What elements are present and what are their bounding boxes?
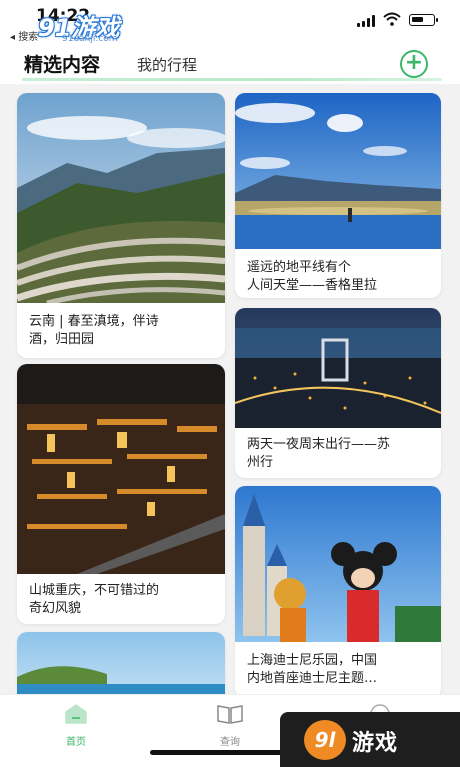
- article-title: 上海迪士尼乐园，中国 内地首座迪士尼主题…: [247, 653, 378, 686]
- article-title: 云南 | 春至滇境，伴诗 酒，归田园: [29, 314, 159, 347]
- article-card[interactable]: [17, 632, 225, 694]
- brand-logo-text: 游戏: [352, 731, 399, 756]
- add-trip-button[interactable]: +: [400, 50, 428, 78]
- content-tabs: 精选内容 我的行程 +: [0, 48, 460, 84]
- home-icon: [65, 704, 87, 724]
- plus-circle-icon: +: [404, 50, 424, 75]
- watermark-url: 91danji.com: [62, 34, 118, 44]
- article-card[interactable]: 山城重庆，不可错过的 奇幻风貌: [17, 364, 225, 624]
- article-title: 两天一夜周末出行——苏 州行: [247, 437, 391, 470]
- nav-home-label: 首页: [66, 737, 86, 748]
- article-card[interactable]: 云南 | 春至滇境，伴诗 酒，归田园: [17, 93, 225, 358]
- nav-query-label: 查询: [220, 737, 240, 748]
- article-card[interactable]: 两天一夜周末出行——苏 州行: [235, 308, 441, 478]
- article-title: 遥远的地平线有个 人间天堂——香格里拉: [247, 260, 378, 293]
- battery-icon: [409, 14, 438, 26]
- article-image-disney: [235, 486, 441, 642]
- article-image-night-city: [235, 308, 441, 428]
- tab-my-trips[interactable]: 我的行程: [137, 54, 197, 75]
- nav-query[interactable]: 查询: [200, 703, 260, 748]
- back-to-search-link[interactable]: ◂ 搜索: [10, 28, 38, 43]
- article-card[interactable]: 上海迪士尼乐园，中国 内地首座迪士尼主题…: [235, 486, 441, 694]
- book-icon: [217, 705, 243, 724]
- status-bar: 14:22 ◂ 搜索 91游戏 91danji.com: [0, 0, 460, 48]
- article-image-lake: [235, 93, 441, 249]
- article-image-rice-terraces: [17, 93, 225, 303]
- article-image-chongqing: [17, 364, 225, 574]
- tab-underline: [22, 78, 442, 81]
- tab-featured[interactable]: 精选内容: [24, 50, 100, 77]
- article-title: 山城重庆，不可错过的 奇幻风貌: [29, 583, 160, 616]
- wifi-icon: [383, 12, 401, 26]
- article-card[interactable]: 遥远的地平线有个 人间天堂——香格里拉: [235, 93, 441, 298]
- featured-feed[interactable]: 云南 | 春至滇境，伴诗 酒，归田园 遥远的地平线有个 人间天堂——香格里拉 两…: [0, 84, 460, 694]
- cellular-signal-icon: [357, 15, 377, 27]
- brand-logo-number: 9l: [304, 720, 346, 760]
- nav-home[interactable]: 首页: [46, 703, 106, 748]
- brand-logo-91youxi: 9l 游戏: [280, 712, 460, 767]
- article-image-coast: [17, 632, 225, 694]
